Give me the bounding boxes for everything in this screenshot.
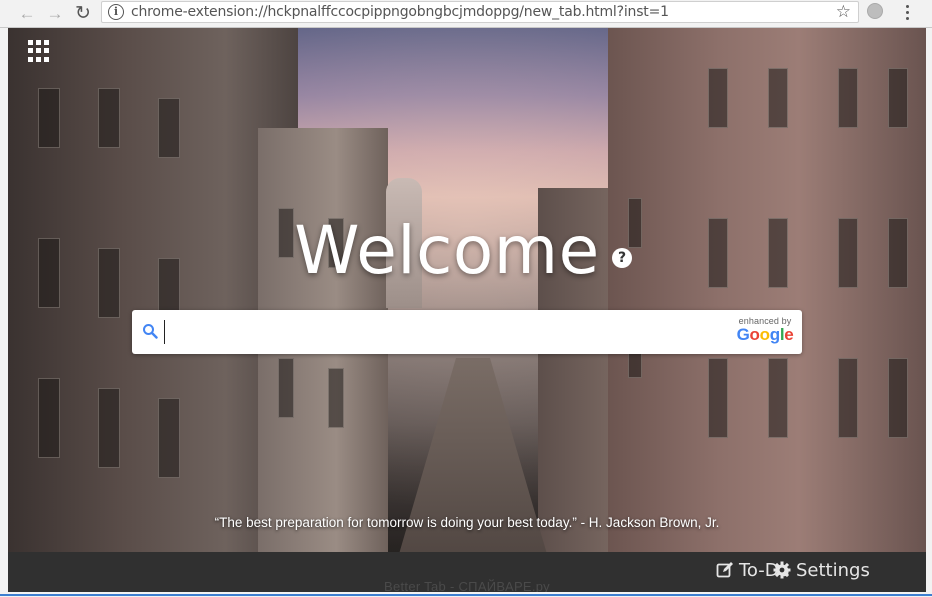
google-logo-letter: G xyxy=(736,325,750,344)
address-bar[interactable]: i chrome-extension://hckpnalffccocpippng… xyxy=(101,1,859,23)
quote-text: “The best preparation for tomorrow is do… xyxy=(214,515,720,530)
help-icon[interactable]: ? xyxy=(612,248,632,268)
reload-icon: ↻ xyxy=(75,3,91,24)
google-logo-letter: o xyxy=(759,325,770,344)
google-logo: Google xyxy=(734,325,796,345)
apps-grid-icon[interactable] xyxy=(28,40,50,62)
url-text[interactable]: chrome-extension://hckpnalffccocpippngob… xyxy=(131,4,669,20)
new-tab-page: Welcome ? enhanced by Google “The best p… xyxy=(8,28,926,592)
google-logo-letter: e xyxy=(784,325,794,344)
back-button[interactable]: ← xyxy=(16,3,38,25)
search-icon xyxy=(143,324,158,339)
arrow-left-icon: ← xyxy=(18,4,36,23)
bottom-bar: Better Tab - СПАЙВАРЕ.ру To-Do Settings xyxy=(8,552,926,592)
info-icon[interactable]: i xyxy=(108,4,124,20)
search-input[interactable] xyxy=(164,320,724,344)
window-frame-right xyxy=(926,28,932,597)
window-frame-left xyxy=(0,28,8,597)
welcome-heading: Welcome xyxy=(8,212,926,289)
window-accent-line xyxy=(0,594,932,596)
reload-button[interactable]: ↻ xyxy=(72,3,94,25)
browser-menu-icon[interactable] xyxy=(900,2,914,24)
profile-avatar-icon[interactable] xyxy=(867,3,883,19)
google-logo-letter: g xyxy=(769,325,780,344)
browser-toolbar: ← → ↻ i chrome-extension://hckpnalffccoc… xyxy=(0,0,932,28)
forward-button[interactable]: → xyxy=(44,3,66,25)
google-logo-letter: o xyxy=(749,325,760,344)
settings-label: Settings xyxy=(796,560,870,581)
settings-button[interactable]: Settings xyxy=(773,559,870,583)
google-badge: enhanced by Google xyxy=(734,316,796,345)
gear-icon xyxy=(773,561,791,579)
bookmark-star-icon[interactable]: ☆ xyxy=(836,2,851,22)
search-box: enhanced by Google xyxy=(132,310,802,354)
arrow-right-icon: → xyxy=(46,4,64,23)
edit-icon xyxy=(716,562,733,578)
welcome-text: Welcome xyxy=(294,212,600,289)
